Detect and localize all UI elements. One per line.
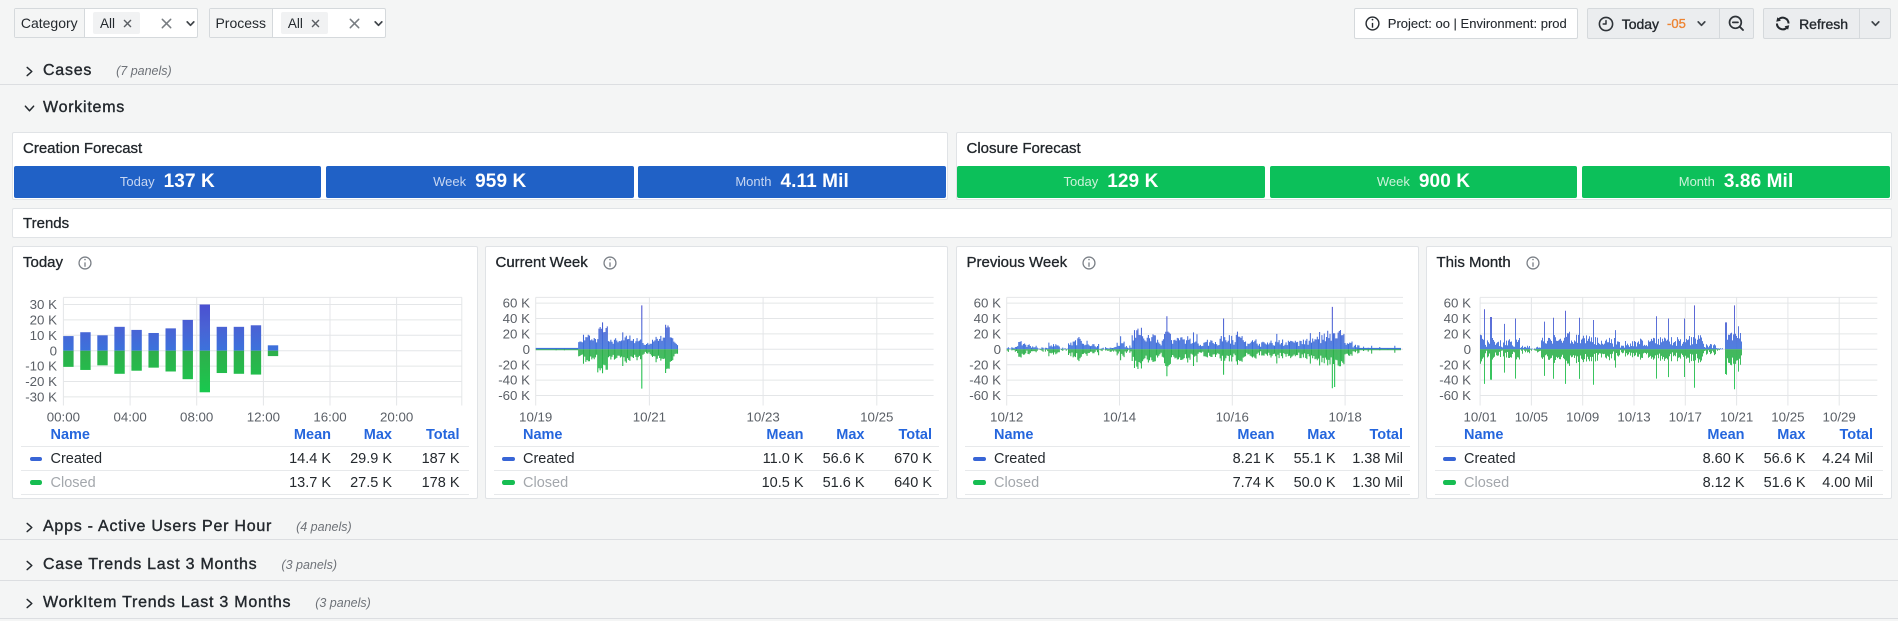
svg-text:0: 0 [993, 342, 1000, 357]
svg-text:10/14: 10/14 [1102, 410, 1135, 425]
svg-text:20:00: 20:00 [380, 410, 413, 425]
svg-text:08:00: 08:00 [180, 410, 213, 425]
svg-text:-20 K: -20 K [498, 357, 530, 372]
svg-text:0: 0 [50, 343, 57, 358]
svg-text:40 K: 40 K [1443, 311, 1470, 326]
svg-text:60 K: 60 K [502, 296, 529, 311]
svg-text:10/21: 10/21 [632, 410, 665, 425]
svg-text:10/23: 10/23 [746, 410, 779, 425]
svg-text:40 K: 40 K [502, 311, 529, 326]
svg-text:20 K: 20 K [973, 327, 1000, 342]
svg-text:-10 K: -10 K [25, 359, 57, 374]
svg-text:-40 K: -40 K [498, 373, 530, 388]
svg-text:10/25: 10/25 [860, 410, 893, 425]
svg-text:-60 K: -60 K [498, 388, 530, 403]
svg-text:-60 K: -60 K [1439, 388, 1471, 403]
svg-text:20 K: 20 K [1443, 327, 1470, 342]
svg-text:10/19: 10/19 [519, 410, 552, 425]
svg-text:10/17: 10/17 [1668, 410, 1701, 425]
svg-text:10/13: 10/13 [1617, 410, 1650, 425]
svg-text:-20 K: -20 K [25, 374, 57, 389]
svg-text:0: 0 [522, 342, 529, 357]
svg-text:10 K: 10 K [30, 328, 57, 343]
svg-text:10/05: 10/05 [1514, 410, 1547, 425]
svg-text:10/09: 10/09 [1566, 410, 1599, 425]
svg-text:00:00: 00:00 [47, 410, 80, 425]
svg-text:30 K: 30 K [30, 297, 57, 312]
svg-text:16:00: 16:00 [313, 410, 346, 425]
svg-text:-20 K: -20 K [1439, 357, 1471, 372]
svg-text:-60 K: -60 K [969, 388, 1001, 403]
svg-text:60 K: 60 K [973, 296, 1000, 311]
svg-text:10/18: 10/18 [1328, 410, 1361, 425]
svg-text:60 K: 60 K [1443, 296, 1470, 311]
svg-text:-20 K: -20 K [969, 357, 1001, 372]
svg-text:-30 K: -30 K [25, 390, 57, 405]
svg-text:0: 0 [1463, 342, 1470, 357]
svg-text:-40 K: -40 K [1439, 373, 1471, 388]
svg-text:10/21: 10/21 [1719, 410, 1752, 425]
svg-text:10/25: 10/25 [1771, 410, 1804, 425]
svg-text:40 K: 40 K [973, 311, 1000, 326]
svg-text:20 K: 20 K [502, 327, 529, 342]
svg-text:10/01: 10/01 [1463, 410, 1496, 425]
svg-text:10/16: 10/16 [1215, 410, 1248, 425]
svg-text:10/29: 10/29 [1822, 410, 1855, 425]
svg-text:20 K: 20 K [30, 313, 57, 328]
svg-text:12:00: 12:00 [247, 410, 280, 425]
svg-text:-40 K: -40 K [969, 373, 1001, 388]
svg-text:10/12: 10/12 [990, 410, 1023, 425]
svg-text:04:00: 04:00 [113, 410, 146, 425]
